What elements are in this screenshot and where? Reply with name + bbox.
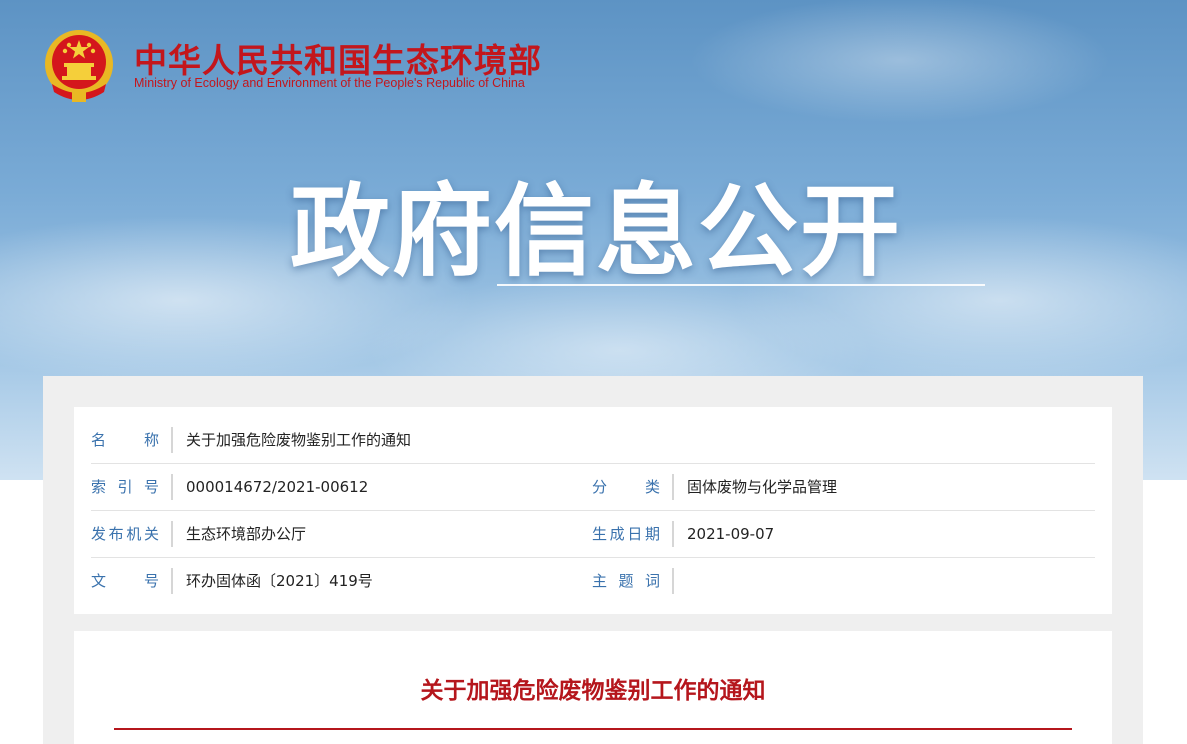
index-value: 000014672/2021-00612 [186, 478, 369, 496]
national-emblem-icon[interactable] [42, 26, 116, 106]
date-label: 生成日期 [592, 521, 674, 547]
meta-row-docno: 文 号 环办固体函〔2021〕419号 主 题 词 [91, 558, 1095, 604]
site-name-cn[interactable]: 中华人民共和国生态环境部 [134, 34, 542, 82]
meta-row-index: 索 引 号 000014672/2021-00612 分 类 固体废物与化学品管… [91, 464, 1095, 511]
keywords-label: 主 题 词 [592, 568, 674, 594]
docno-label: 文 号 [91, 568, 173, 594]
category-label: 分 类 [592, 474, 674, 500]
meta-row-issuer: 发布机关 生态环境部办公厅 生成日期 2021-09-07 [91, 511, 1095, 558]
issuer-value: 生态环境部办公厅 [186, 525, 307, 543]
metadata-card: 名 称 关于加强危险废物鉴别工作的通知 索 引 号 000014672/2021… [74, 407, 1112, 614]
document-title: 关于加强危险废物鉴别工作的通知 [420, 678, 766, 704]
meta-row-name: 名 称 关于加强危险废物鉴别工作的通知 [91, 417, 1095, 464]
category-value: 固体废物与化学品管理 [687, 478, 838, 496]
document-card: 关于加强危险废物鉴别工作的通知 [74, 631, 1112, 744]
site-name-en[interactable]: Ministry of Ecology and Environment of t… [134, 76, 525, 90]
name-label: 名 称 [91, 427, 173, 453]
heading-divider [497, 284, 985, 286]
name-value: 关于加强危险废物鉴别工作的通知 [186, 431, 412, 449]
title-divider [114, 728, 1072, 730]
page-heading: 政府信息公开 [290, 173, 902, 290]
index-label: 索 引 号 [91, 474, 173, 500]
date-value: 2021-09-07 [687, 525, 775, 543]
issuer-label: 发布机关 [91, 521, 173, 547]
docno-value: 环办固体函〔2021〕419号 [186, 572, 373, 590]
